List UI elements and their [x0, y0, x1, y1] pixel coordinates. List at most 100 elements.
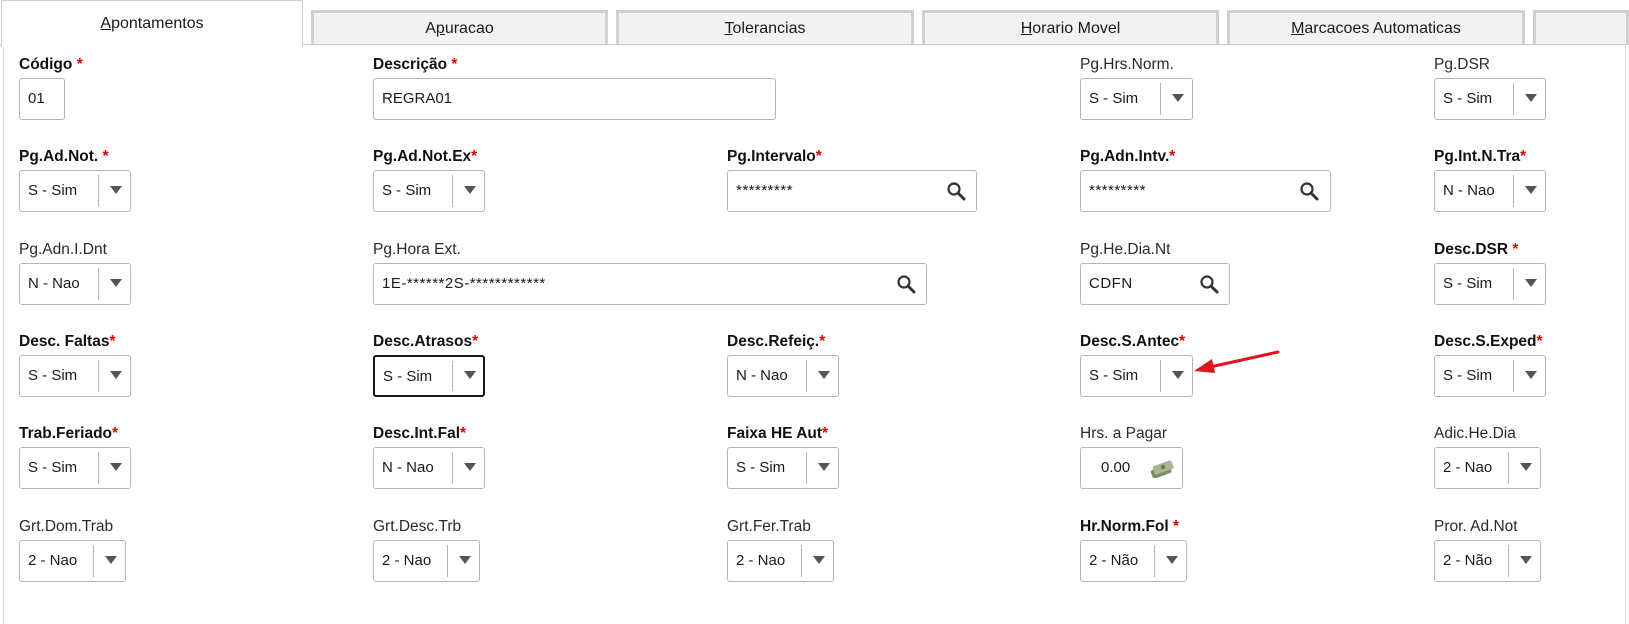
chevron-down-icon — [1166, 556, 1178, 564]
field-label: Desc.S.Exped — [1434, 333, 1537, 350]
chevron-down-icon — [110, 371, 122, 379]
required-mark: * — [815, 148, 822, 165]
field-value: 2 - Nao — [736, 552, 786, 569]
field-value: N - Nao — [382, 459, 434, 476]
hrs-a-pagar-input[interactable]: 0.00 — [1080, 447, 1183, 489]
tab-more[interactable] — [1533, 10, 1629, 45]
tab-apontamentos[interactable]: Apontamentos — [1, 0, 303, 47]
chevron-down-icon — [813, 556, 825, 564]
required-mark: * — [471, 148, 478, 165]
pg-hrs-norm-select[interactable]: S - Sim — [1080, 78, 1193, 120]
tab-label-post: pontamentos — [111, 15, 204, 32]
field-label: Desc.S.Antec — [1080, 333, 1180, 350]
required-mark: * — [822, 425, 829, 442]
panel-border — [3, 45, 4, 624]
pg-adn-intv-input[interactable]: ********* — [1080, 170, 1331, 212]
desc-dsr-select[interactable]: S - Sim — [1434, 263, 1546, 305]
chevron-down-icon — [110, 279, 122, 287]
chevron-down-icon — [105, 556, 117, 564]
required-mark: * — [1520, 148, 1527, 165]
magnifier-icon[interactable] — [1199, 274, 1219, 294]
tab-bar: Apontamentos Apuracao Tolerancias Horari… — [0, 0, 1629, 47]
field-label: Faixa HE Aut — [727, 425, 823, 442]
pg-adn-i-dnt-select[interactable]: N - Nao — [19, 263, 131, 305]
field-value: S - Sim — [28, 367, 78, 384]
field-value: S - Sim — [1443, 367, 1493, 384]
chevron-down-icon — [1525, 279, 1537, 287]
required-mark: * — [451, 56, 458, 73]
desc-int-fal-select[interactable]: N - Nao — [373, 447, 485, 489]
field-value: 2 - Não — [1089, 552, 1139, 569]
field-value: S - Sim — [28, 459, 78, 476]
trab-feriado-select[interactable]: S - Sim — [19, 447, 131, 489]
desc-atrasos-select[interactable]: S - Sim — [373, 355, 485, 397]
chevron-down-icon — [464, 186, 476, 194]
desc-s-exped-select[interactable]: S - Sim — [1434, 355, 1546, 397]
magnifier-icon[interactable] — [1299, 181, 1319, 201]
required-mark: * — [460, 425, 467, 442]
field-value: 2 - Não — [1443, 552, 1493, 569]
field-label: Grt.Dom.Trab — [19, 518, 114, 535]
required-mark: * — [109, 333, 116, 350]
panel-border — [1625, 45, 1626, 624]
magnifier-icon[interactable] — [896, 274, 916, 294]
pg-hora-ext-input[interactable]: 1E-******2S-************ — [373, 263, 927, 305]
required-mark: * — [76, 56, 83, 73]
pg-ad-not-select[interactable]: S - Sim — [19, 170, 131, 212]
pg-he-dia-nt-input[interactable]: CDFN — [1080, 263, 1230, 305]
chevron-down-icon — [1172, 371, 1184, 379]
pg-dsr-select[interactable]: S - Sim — [1434, 78, 1546, 120]
grt-desc-trb-select[interactable]: 2 - Nao — [373, 540, 480, 582]
tab-tolerancias[interactable]: Tolerancias — [616, 10, 914, 45]
tab-horario-movel[interactable]: Horario Movel — [922, 10, 1219, 45]
field-label: Pg.He.Dia.Nt — [1080, 241, 1171, 258]
field-value: 2 - Nao — [382, 552, 432, 569]
red-arrow-icon — [1194, 350, 1280, 373]
required-mark: * — [102, 148, 109, 165]
tab-label-pre: A — [425, 20, 436, 37]
chevron-down-icon — [1525, 186, 1537, 194]
codigo-input[interactable]: 01 — [19, 78, 65, 120]
field-label: Pg.DSR — [1434, 56, 1490, 73]
desc-refeic-select[interactable]: N - Nao — [727, 355, 839, 397]
required-mark: * — [1536, 333, 1543, 350]
field-value: S - Sim — [28, 182, 78, 199]
field-value: S - Sim — [1089, 90, 1139, 107]
hr-norm-fol-select[interactable]: 2 - Não — [1080, 540, 1187, 582]
tab-label-post: arcacoes Automaticas — [1304, 20, 1461, 37]
magnifier-icon[interactable] — [946, 181, 966, 201]
desc-faltas-select[interactable]: S - Sim — [19, 355, 131, 397]
money-icon[interactable] — [1149, 458, 1175, 478]
faixa-he-aut-select[interactable]: S - Sim — [727, 447, 839, 489]
field-label: Pg.Ad.Not.Ex — [373, 148, 472, 165]
field-value: S - Sim — [382, 182, 432, 199]
field-label: Pror. Ad.Not — [1434, 518, 1518, 535]
field-label: Desc.Refeiç. — [727, 333, 820, 350]
field-value: ********* — [736, 182, 794, 199]
field-label: Pg.Adn.Intv. — [1080, 148, 1170, 165]
pg-intervalo-input[interactable]: ********* — [727, 170, 977, 212]
grt-dom-trab-select[interactable]: 2 - Nao — [19, 540, 126, 582]
pg-ad-not-ex-select[interactable]: S - Sim — [373, 170, 485, 212]
desc-s-antec-select[interactable]: S - Sim — [1080, 355, 1193, 397]
descricao-input[interactable]: REGRA01 — [373, 78, 776, 120]
chevron-down-icon — [818, 463, 830, 471]
field-label: Código — [19, 56, 73, 73]
field-label: Pg.Int.N.Tra — [1434, 148, 1521, 165]
field-label: Adic.He.Dia — [1434, 425, 1516, 442]
required-mark: * — [1179, 333, 1186, 350]
tab-apuracao[interactable]: Apuracao — [311, 10, 608, 45]
pg-int-n-tra-select[interactable]: N - Nao — [1434, 170, 1546, 212]
grt-fer-trab-select[interactable]: 2 - Nao — [727, 540, 834, 582]
chevron-down-icon — [1172, 94, 1184, 102]
tab-marcacoes-automaticas[interactable]: Marcacoes Automaticas — [1227, 10, 1525, 45]
field-value: N - Nao — [28, 275, 80, 292]
pror-ad-not-select[interactable]: 2 - Não — [1434, 540, 1541, 582]
adic-he-dia-select[interactable]: 2 - Nao — [1434, 447, 1541, 489]
field-label: Pg.Hora Ext. — [373, 241, 461, 258]
field-value: S - Sim — [383, 368, 433, 385]
tab-label-accel: p — [435, 20, 445, 37]
chevron-down-icon — [464, 371, 476, 379]
chevron-down-icon — [459, 556, 471, 564]
tab-label-accel: A — [100, 15, 112, 32]
